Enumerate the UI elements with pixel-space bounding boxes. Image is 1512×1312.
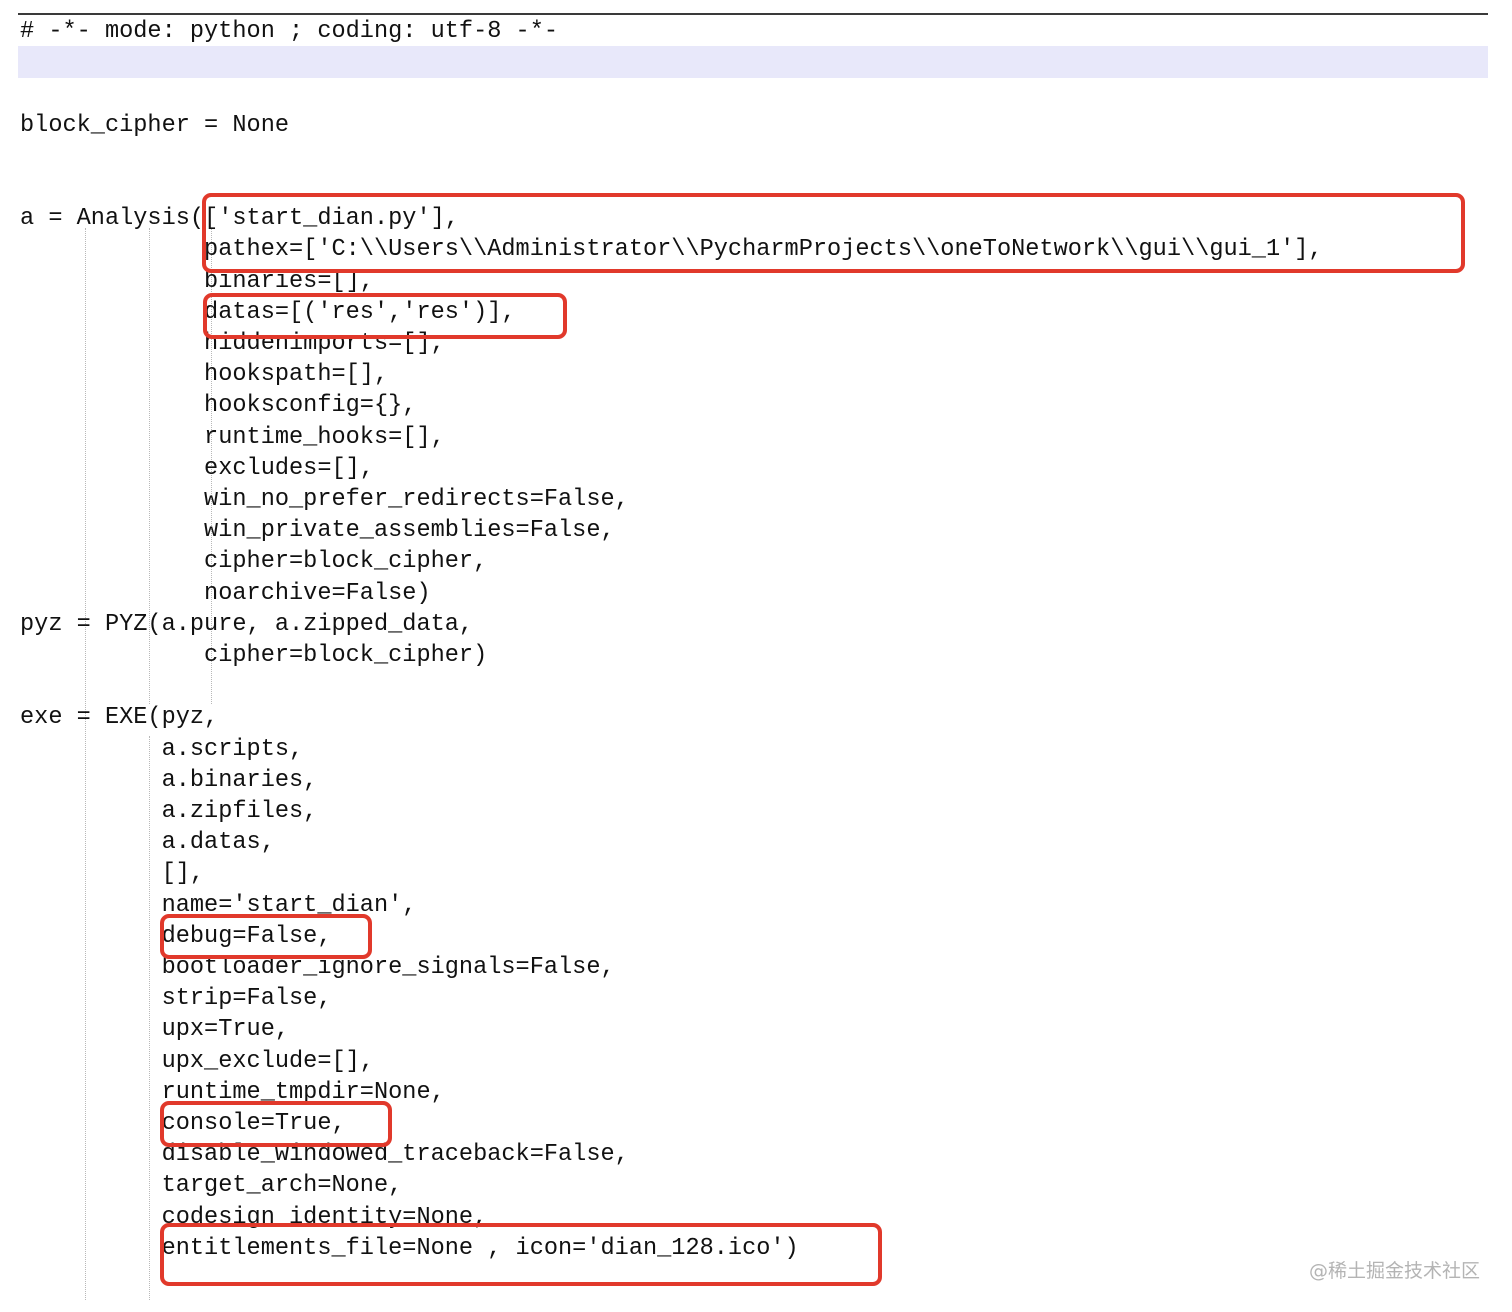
code-line[interactable]: [], xyxy=(20,858,204,889)
code-line[interactable]: a.binaries, xyxy=(20,765,318,796)
code-line[interactable]: a.scripts, xyxy=(20,734,304,765)
code-line[interactable]: cipher=block_cipher) xyxy=(20,640,487,671)
highlight-box xyxy=(160,1223,882,1286)
code-line[interactable]: cipher=block_cipher, xyxy=(20,546,487,577)
code-line[interactable]: runtime_hooks=[], xyxy=(20,422,445,453)
code-line[interactable]: win_no_prefer_redirects=False, xyxy=(20,484,629,515)
code-line[interactable]: win_private_assemblies=False, xyxy=(20,515,615,546)
code-editor[interactable]: # -*- mode: python ; coding: utf-8 -*- bl… xyxy=(0,0,1512,1312)
code-line[interactable]: a.datas, xyxy=(20,827,275,858)
highlight-box xyxy=(160,1101,392,1147)
highlight-box xyxy=(160,914,372,959)
code-line[interactable]: target_arch=None, xyxy=(20,1170,403,1201)
code-line[interactable]: excludes=[], xyxy=(20,453,374,484)
code-line[interactable]: noarchive=False) xyxy=(20,578,431,609)
current-line-highlight xyxy=(18,46,1488,78)
highlight-box xyxy=(203,293,567,339)
code-line[interactable]: # -*- mode: python ; coding: utf-8 -*- xyxy=(20,16,558,47)
code-line[interactable]: hooksconfig={}, xyxy=(20,390,416,421)
code-line[interactable]: hookspath=[], xyxy=(20,359,388,390)
code-line[interactable]: block_cipher = None xyxy=(20,110,289,141)
code-line[interactable]: strip=False, xyxy=(20,983,332,1014)
code-line[interactable]: exe = EXE(pyz, xyxy=(20,702,218,733)
code-line[interactable]: upx=True, xyxy=(20,1014,289,1045)
watermark: @稀土掘金技术社区 xyxy=(1308,1260,1480,1282)
highlight-box xyxy=(202,193,1465,273)
code-line[interactable]: upx_exclude=[], xyxy=(20,1046,374,1077)
editor-top-border xyxy=(18,13,1488,15)
code-line[interactable]: a.zipfiles, xyxy=(20,796,318,827)
code-line[interactable]: pyz = PYZ(a.pure, a.zipped_data, xyxy=(20,609,473,640)
